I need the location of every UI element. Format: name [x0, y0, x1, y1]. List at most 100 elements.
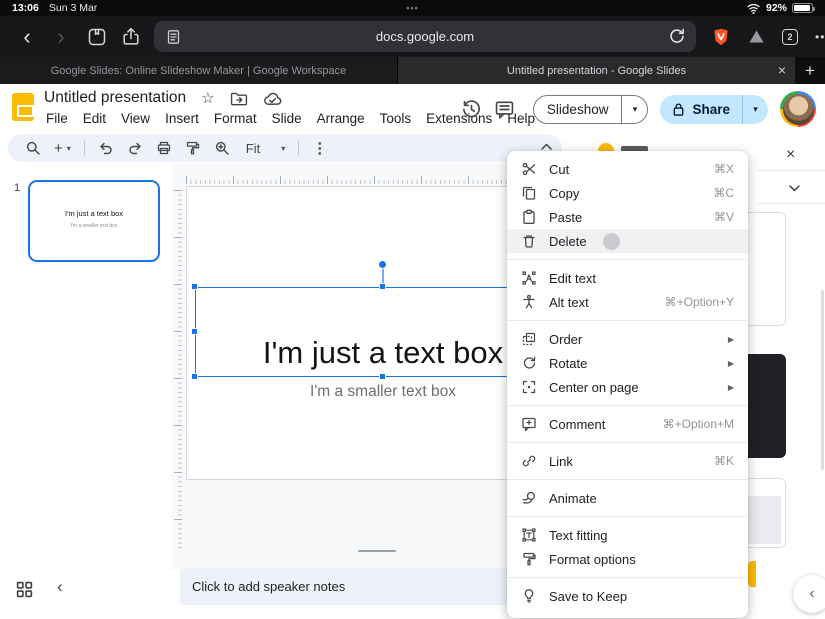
menu-item-format-options[interactable]: Format options — [507, 547, 748, 571]
clipboard-icon — [521, 209, 537, 225]
menu-item-link[interactable]: Link ⌘K — [507, 449, 748, 473]
move-folder-icon[interactable] — [230, 91, 248, 106]
animate-icon — [521, 490, 537, 506]
plus-icon: + — [54, 139, 63, 157]
toolbar-divider — [298, 140, 300, 156]
paint-format-icon[interactable] — [185, 140, 201, 156]
new-tab-button[interactable]: + — [795, 57, 825, 84]
menu-item-text-fitting[interactable]: Text fitting — [507, 523, 748, 547]
lock-icon — [672, 102, 685, 117]
menu-item-cut[interactable]: Cut ⌘X — [507, 157, 748, 181]
chevron-down-icon: ▾ — [66, 143, 71, 153]
menu-separator — [507, 479, 748, 480]
rotation-handle[interactable] — [378, 260, 387, 269]
tab-inactive[interactable]: Google Slides: Online Slideshow Maker | … — [0, 57, 398, 84]
slideshow-button[interactable]: Slideshow ▾ — [532, 94, 649, 124]
menu-file[interactable]: File — [46, 111, 68, 126]
collapse-panel-button[interactable]: ‹ — [793, 575, 825, 613]
panel-chevron-down-icon[interactable] — [788, 184, 801, 193]
brave-shield-icon[interactable] — [711, 27, 731, 47]
insert-dropdown[interactable]: + ▾ — [54, 141, 71, 156]
address-bar[interactable]: docs.google.com — [154, 21, 696, 52]
undo-icon[interactable] — [98, 140, 114, 156]
menu-separator — [507, 577, 748, 578]
resize-handle-ml[interactable] — [191, 328, 198, 335]
menu-item-delete[interactable]: Delete — [507, 229, 748, 253]
tab-close-icon[interactable]: × — [778, 61, 786, 79]
menu-separator — [507, 442, 748, 443]
menu-item-comment[interactable]: Comment ⌘+Option+M — [507, 412, 748, 436]
resize-handle-bm[interactable] — [379, 373, 386, 380]
search-icon[interactable] — [25, 140, 41, 156]
multitask-indicator-icon: ••• — [406, 3, 419, 13]
toolbar-divider — [83, 140, 85, 156]
menu-view[interactable]: View — [121, 111, 150, 126]
zoom-in-icon[interactable] — [214, 140, 230, 156]
notes-resize-handle[interactable] — [358, 550, 396, 552]
browser-toolbar: ‹ › docs.google.com 2 •• — [0, 16, 825, 57]
copy-icon — [521, 185, 537, 201]
menu-insert[interactable]: Insert — [165, 111, 199, 126]
paint-roller-icon — [521, 551, 537, 567]
trash-icon — [521, 233, 537, 249]
theme-panel: × — [700, 140, 825, 587]
menu-arrange[interactable]: Arrange — [317, 111, 365, 126]
menu-format[interactable]: Format — [214, 111, 257, 126]
menu-item-animate[interactable]: Animate — [507, 486, 748, 510]
menu-item-edit-text[interactable]: Edit text — [507, 266, 748, 290]
resize-handle-tl[interactable] — [191, 283, 198, 290]
menu-tools[interactable]: Tools — [380, 111, 412, 126]
tab-active[interactable]: Untitled presentation - Google Slides × — [398, 57, 795, 84]
browser-more-icon[interactable]: ••• — [815, 30, 825, 44]
menu-separator — [507, 259, 748, 260]
tab-bar: Google Slides: Online Slideshow Maker | … — [0, 57, 825, 84]
link-icon — [521, 453, 537, 469]
grid-view-icon[interactable] — [16, 581, 33, 598]
print-icon[interactable] — [156, 140, 172, 156]
back-button[interactable]: ‹ — [14, 22, 40, 52]
menu-item-save-to-keep[interactable]: Save to Keep — [507, 584, 748, 608]
menu-item-order[interactable]: Order ▶ — [507, 327, 748, 351]
tabs-button[interactable]: 2 — [782, 28, 798, 45]
bookmarks-icon[interactable] — [84, 22, 110, 52]
resize-handle-bl[interactable] — [191, 373, 198, 380]
menu-item-rotate[interactable]: Rotate ▶ — [507, 351, 748, 375]
menu-item-paste[interactable]: Paste ⌘V — [507, 205, 748, 229]
account-avatar[interactable] — [780, 91, 816, 127]
comments-icon[interactable] — [494, 99, 515, 120]
menu-edit[interactable]: Edit — [83, 111, 106, 126]
star-icon[interactable]: ☆ — [201, 91, 214, 106]
zoom-select[interactable]: Fit ▾ — [246, 141, 285, 156]
share-icon[interactable] — [118, 22, 144, 52]
document-title[interactable]: Untitled presentation — [44, 89, 186, 107]
slideshow-dropdown-icon[interactable]: ▾ — [622, 104, 647, 115]
submenu-arrow-icon: ▶ — [727, 358, 734, 368]
version-history-icon[interactable] — [461, 99, 482, 120]
menu-slide[interactable]: Slide — [272, 111, 302, 126]
cloud-status-icon[interactable] — [263, 91, 282, 106]
resize-handle-tm[interactable] — [379, 283, 386, 290]
collapse-filmstrip-icon[interactable]: ‹ — [57, 577, 63, 597]
url-text: docs.google.com — [375, 29, 475, 44]
forward-button[interactable]: › — [48, 22, 74, 52]
share-button[interactable]: Share ▾ — [660, 94, 768, 124]
slide-thumbnail[interactable]: I'm just a text box I'm a smaller text b… — [28, 180, 160, 262]
slides-logo-icon — [12, 93, 34, 121]
play-triangle-icon[interactable] — [748, 29, 765, 44]
refresh-icon[interactable] — [668, 27, 686, 45]
share-dropdown-icon[interactable]: ▾ — [743, 104, 768, 115]
more-vert-icon[interactable]: ⋮ — [312, 141, 327, 156]
panel-divider — [756, 203, 825, 204]
panel-scrollbar[interactable] — [821, 290, 824, 470]
menu-item-center-on-page[interactable]: Center on page ▶ — [507, 375, 748, 399]
partially-hidden-yellow-button[interactable] — [748, 561, 756, 587]
redo-icon[interactable] — [127, 140, 143, 156]
touch-indicator — [602, 232, 620, 250]
menu-item-copy[interactable]: Copy ⌘C — [507, 181, 748, 205]
collapse-toolbar-icon[interactable] — [540, 142, 553, 151]
accessibility-icon — [521, 294, 537, 310]
center-on-page-icon — [521, 379, 537, 395]
menu-item-alt-text[interactable]: Alt text ⌘+Option+Y — [507, 290, 748, 314]
app-header: Untitled presentation ☆ File Edit View I… — [0, 84, 825, 134]
panel-close-icon[interactable]: × — [786, 146, 795, 164]
